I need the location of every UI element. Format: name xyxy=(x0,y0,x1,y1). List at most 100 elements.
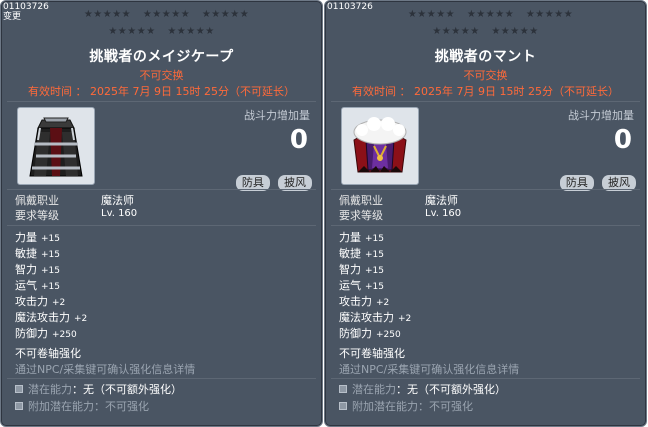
stat-value: +2 xyxy=(376,298,390,308)
divider xyxy=(331,225,640,226)
item-tooltip-mantle: 01103726 ★★★★★ ★★★★★ ★★★★★ ★★★★★ ★★★★★ 挑… xyxy=(324,0,647,427)
star-group: ★★★★★ xyxy=(142,9,191,20)
enhance-description: 通过NPC/采集键可确认强化信息详情 xyxy=(15,363,196,376)
potential-row: 潜在能力：无（不可额外强化） xyxy=(339,381,506,397)
star-group: ★★★★★ xyxy=(201,9,250,20)
star-group: ★★★★★ xyxy=(432,26,480,37)
stat-value: +15 xyxy=(41,250,60,260)
item-icon-frame xyxy=(341,107,419,185)
stat-name: 攻击力 xyxy=(339,295,372,308)
star-group: ★★★★★ xyxy=(83,9,132,20)
additional-potential-icon xyxy=(15,402,23,410)
additional-potential-value: ：不可强化 xyxy=(418,400,473,413)
stat-name: 敏捷 xyxy=(15,247,37,260)
stat-name: 防御力 xyxy=(15,327,48,340)
star-group: ★★★★★ xyxy=(407,9,456,20)
job-label: 佩戴职业 xyxy=(339,194,383,207)
item-category-tags: 防具 披风 xyxy=(233,171,312,191)
additional-potential-label: 附加潜在能力 xyxy=(28,400,94,413)
stat-row: 攻击力 +2 xyxy=(339,293,389,309)
trade-status: 不可交换 xyxy=(463,69,508,82)
star-force-row-2: ★★★★★ ★★★★★ xyxy=(1,26,322,38)
potential-value: ：无（不可额外强化） xyxy=(396,383,506,396)
stat-row: 智力 +15 xyxy=(15,261,60,277)
potential-icon xyxy=(15,385,23,393)
divider xyxy=(7,189,316,190)
stat-value: +15 xyxy=(41,282,60,292)
additional-potential-icon xyxy=(339,402,347,410)
level-label: 要求等级 xyxy=(15,209,59,222)
item-icon-frame xyxy=(17,107,95,185)
potential-label: 潜在能力 xyxy=(28,383,72,396)
power-increase-label: 战斗力增加量 xyxy=(244,109,310,122)
stat-name: 魔法攻击力 xyxy=(339,311,394,324)
potential-icon xyxy=(339,385,347,393)
divider xyxy=(331,189,640,190)
item-tooltip-mage-cape: 01103726 变更 ★★★★★ ★★★★★ ★★★★★ ★★★★★ ★★★★… xyxy=(0,0,323,427)
star-group: ★★★★★ xyxy=(466,9,515,20)
stat-row: 力量 +15 xyxy=(339,229,384,245)
stat-value: +15 xyxy=(365,234,384,244)
power-increase-label: 战斗力增加量 xyxy=(568,109,634,122)
stat-value: +15 xyxy=(365,250,384,260)
job-label: 佩戴职业 xyxy=(15,194,59,207)
enhance-description: 通过NPC/采集键可确认强化信息详情 xyxy=(339,363,520,376)
stat-row: 魔法攻击力 +2 xyxy=(339,309,411,325)
power-increase-value: 0 xyxy=(613,125,632,155)
stat-value: +15 xyxy=(41,234,60,244)
stat-value: +2 xyxy=(398,314,412,324)
stat-row: 敏捷 +15 xyxy=(15,245,60,261)
stat-value: +2 xyxy=(74,314,88,324)
stat-row: 防御力 +250 xyxy=(339,325,401,341)
item-name: 挑戦者のメイジケープ xyxy=(89,49,234,65)
potential-row: 潜在能力：无（不可额外强化） xyxy=(15,381,182,397)
stat-name: 运气 xyxy=(15,279,37,292)
stat-row: 运气 +15 xyxy=(15,277,60,293)
additional-potential-row: 附加潜在能力：不可强化 xyxy=(15,398,149,414)
stat-value: +15 xyxy=(365,266,384,276)
star-group: ★★★★★ xyxy=(108,26,156,37)
stat-value: +250 xyxy=(52,330,77,340)
mantle-icon xyxy=(353,117,407,173)
stat-row: 魔法攻击力 +2 xyxy=(15,309,87,325)
stat-row: 智力 +15 xyxy=(339,261,384,277)
stat-name: 攻击力 xyxy=(15,295,48,308)
stat-row: 防御力 +250 xyxy=(15,325,77,341)
potential-value: ：无（不可额外强化） xyxy=(72,383,182,396)
power-increase-value: 0 xyxy=(289,125,308,155)
level-value: Lv. 160 xyxy=(101,208,138,219)
divider xyxy=(7,225,316,226)
additional-potential-row: 附加潜在能力：不可强化 xyxy=(339,398,473,414)
divider xyxy=(7,378,316,379)
stat-row: 敏捷 +15 xyxy=(339,245,384,261)
stat-value: +2 xyxy=(52,298,66,308)
item-category-tags: 防具 披风 xyxy=(557,171,636,191)
star-force-row-2: ★★★★★ ★★★★★ xyxy=(325,26,646,38)
enhance-title: 不可卷轴强化 xyxy=(339,347,405,360)
enhance-title: 不可卷轴强化 xyxy=(15,347,81,360)
stat-value: +15 xyxy=(41,266,60,276)
stat-name: 智力 xyxy=(339,263,361,276)
job-value: 魔法师 xyxy=(425,194,458,207)
star-group: ★★★★★ xyxy=(167,26,215,37)
stat-row: 攻击力 +2 xyxy=(15,293,65,309)
star-force-row-1: ★★★★★ ★★★★★ ★★★★★ xyxy=(1,9,322,21)
stat-name: 智力 xyxy=(15,263,37,276)
mage-cape-icon xyxy=(29,117,83,177)
stat-row: 力量 +15 xyxy=(15,229,60,245)
stat-name: 运气 xyxy=(339,279,361,292)
stat-name: 魔法攻击力 xyxy=(15,311,70,324)
additional-potential-label: 附加潜在能力 xyxy=(352,400,418,413)
potential-label: 潜在能力 xyxy=(352,383,396,396)
expiry-text: 有效时间 ： 2025年 7月 9日 15时 25分（不可延长） xyxy=(28,85,295,98)
stat-name: 力量 xyxy=(339,231,361,244)
divider xyxy=(331,378,640,379)
stat-name: 防御力 xyxy=(339,327,372,340)
level-label: 要求等级 xyxy=(339,209,383,222)
trade-status: 不可交换 xyxy=(139,69,184,82)
expiry-text: 有效时间 ： 2025年 7月 9日 15时 25分（不可延长） xyxy=(352,85,619,98)
additional-potential-value: ：不可强化 xyxy=(94,400,149,413)
job-value: 魔法师 xyxy=(101,194,134,207)
item-name: 挑戦者のマント xyxy=(434,49,537,65)
divider xyxy=(331,101,640,102)
